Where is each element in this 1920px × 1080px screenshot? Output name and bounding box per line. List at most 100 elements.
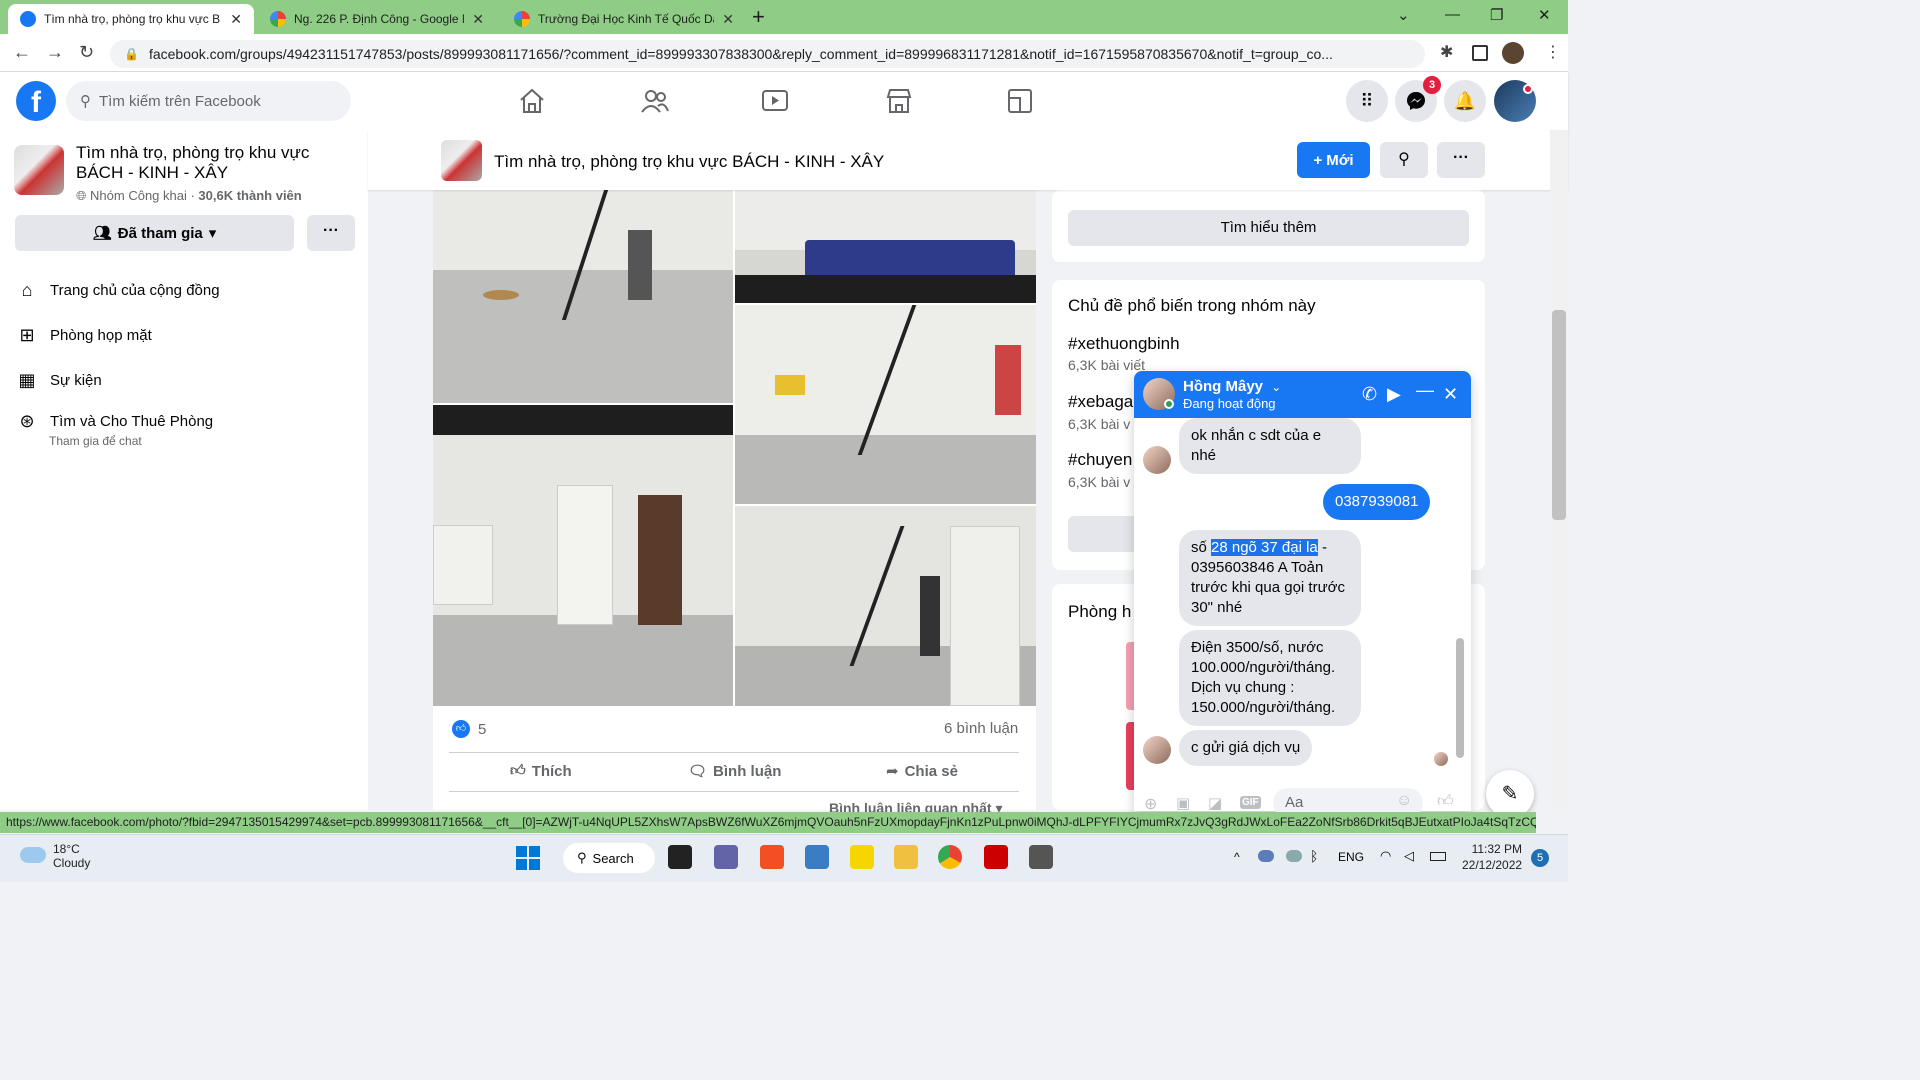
maximize-button[interactable]: ❐ bbox=[1490, 6, 1503, 24]
topic-tag[interactable]: #chuyen bbox=[1068, 450, 1132, 470]
bluetooth-icon[interactable]: ᛒ bbox=[1310, 848, 1318, 864]
windows-start-icon[interactable] bbox=[516, 846, 540, 870]
group-name[interactable]: Tìm nhà trọ, phòng trọ khu vực BÁCH - KI… bbox=[76, 143, 346, 183]
learn-more-button[interactable]: Tìm hiểu thêm bbox=[1068, 210, 1469, 246]
tab-search-icon[interactable]: ⌄ bbox=[1397, 6, 1410, 24]
topic-tag[interactable]: #xethuongbinh bbox=[1068, 334, 1180, 354]
task-view-icon[interactable] bbox=[668, 845, 692, 869]
close-tab-icon[interactable]: ✕ bbox=[722, 11, 734, 28]
calculator-icon[interactable] bbox=[1029, 845, 1053, 869]
chat-contact-name[interactable]: Hồng Mâyy ⌄ bbox=[1183, 378, 1281, 395]
search-icon: ⚲ bbox=[577, 850, 587, 865]
watch-icon[interactable] bbox=[760, 86, 790, 116]
sticky-notes-icon[interactable] bbox=[850, 845, 874, 869]
close-chat-icon[interactable]: ✕ bbox=[1443, 384, 1458, 405]
incoming-message[interactable]: ok nhắn c sdt của e nhé bbox=[1179, 418, 1361, 474]
incoming-message[interactable]: Điện 3500/số, nước 100.000/người/tháng. … bbox=[1179, 630, 1361, 726]
group-thumbnail[interactable] bbox=[14, 145, 64, 195]
minimize-chat-icon[interactable]: — bbox=[1416, 380, 1434, 401]
office-app-icon[interactable] bbox=[760, 845, 784, 869]
cloud-sync-icon[interactable] bbox=[1286, 850, 1302, 862]
new-tab-button[interactable]: + bbox=[752, 4, 765, 30]
member-count[interactable]: 30,6K thành viên bbox=[198, 188, 301, 203]
teams-chat-icon[interactable] bbox=[714, 845, 738, 869]
reaction-summary[interactable]: 👍︎ 5 bbox=[452, 720, 486, 738]
sidebar-item-events[interactable]: ▦ Sự kiện bbox=[16, 370, 101, 391]
like-button[interactable]: 👍︎ Thích bbox=[510, 762, 572, 780]
post-photo[interactable] bbox=[735, 305, 1036, 504]
file-explorer-icon[interactable] bbox=[894, 845, 918, 869]
phone-call-icon[interactable]: ✆ bbox=[1362, 384, 1377, 405]
close-window-button[interactable]: ✕ bbox=[1538, 6, 1551, 24]
facebook-logo[interactable]: f bbox=[16, 81, 56, 121]
onedrive-icon[interactable] bbox=[1258, 850, 1274, 862]
plus-circle-icon[interactable]: ⊕ bbox=[1144, 794, 1157, 814]
post-photo[interactable] bbox=[735, 190, 1036, 303]
garena-icon[interactable] bbox=[984, 845, 1008, 869]
incoming-message[interactable]: c gửi giá dịch vụ bbox=[1179, 730, 1313, 766]
incoming-message[interactable]: số 28 ngõ 37 đại la - 0395603846 A Toản … bbox=[1179, 530, 1361, 626]
gaming-icon[interactable] bbox=[1005, 86, 1035, 116]
weather-widget[interactable]: 18°C Cloudy bbox=[53, 842, 90, 870]
back-arrow-icon[interactable]: ← bbox=[13, 42, 31, 63]
chat-scrollbar[interactable] bbox=[1453, 422, 1467, 772]
facebook-search-input[interactable]: ⚲ Tìm kiếm trên Facebook bbox=[66, 81, 351, 121]
group-search-button[interactable]: ⚲ bbox=[1380, 142, 1428, 178]
tab-google-maps-1[interactable]: Ng. 226 P. Định Công - Google M ✕ bbox=[258, 4, 496, 34]
joined-button[interactable]: 👥︎ Đã tham gia ▾ bbox=[15, 215, 294, 251]
profile-avatar[interactable] bbox=[1502, 42, 1524, 64]
notifications-bell-icon[interactable]: 🔔 bbox=[1444, 80, 1486, 122]
sidebar-item-meeting-rooms[interactable]: ⊞ Phòng họp mặt bbox=[16, 325, 151, 346]
image-icon[interactable]: ▣ bbox=[1176, 794, 1190, 812]
forward-arrow-icon[interactable]: → bbox=[46, 42, 64, 63]
show-hidden-icons-chevron-icon[interactable]: ^ bbox=[1234, 850, 1240, 864]
group-more-button[interactable]: ··· bbox=[1437, 142, 1485, 178]
page-scrollbar-thumb[interactable] bbox=[1552, 310, 1566, 520]
comment-count[interactable]: 6 bình luận bbox=[944, 720, 1018, 737]
close-tab-icon[interactable]: ✕ bbox=[230, 11, 242, 28]
emoji-icon[interactable]: ☺ bbox=[1396, 792, 1412, 810]
group-thumbnail-small[interactable] bbox=[441, 140, 482, 181]
volume-icon[interactable]: ◁ bbox=[1404, 848, 1414, 864]
post-photo[interactable] bbox=[433, 190, 733, 403]
notification-center-badge[interactable]: 5 bbox=[1531, 849, 1549, 867]
share-button[interactable]: ➦ Chia sẻ bbox=[886, 762, 958, 781]
new-post-button[interactable]: + Mới bbox=[1297, 142, 1370, 178]
chrome-icon[interactable] bbox=[938, 845, 962, 869]
address-bar[interactable]: 🔒 facebook.com/groups/494231151747853/po… bbox=[110, 40, 1425, 68]
thumbs-up-send-icon[interactable]: 👍︎ bbox=[1437, 792, 1454, 811]
tab-google-maps-2[interactable]: Trường Đại Học Kinh Tế Quốc Dâ ✕ bbox=[502, 4, 746, 34]
gif-icon[interactable]: GIF bbox=[1240, 796, 1261, 809]
video-call-icon[interactable]: ▶ bbox=[1387, 384, 1401, 405]
account-notification-dot bbox=[1523, 84, 1533, 94]
menu-grid-icon[interactable]: ⠿ bbox=[1346, 80, 1388, 122]
language-indicator[interactable]: ENG bbox=[1338, 850, 1364, 864]
side-panel-icon[interactable] bbox=[1472, 45, 1488, 61]
outgoing-message[interactable]: 0387939081 bbox=[1323, 484, 1431, 520]
tab-facebook-group[interactable]: Tìm nhà trọ, phòng trọ khu vực B ✕ bbox=[8, 4, 254, 34]
minimize-button[interactable]: — bbox=[1445, 6, 1460, 23]
sidebar-item-find-rent-room[interactable]: ⊛ Tìm và Cho Thuê Phòng bbox=[16, 411, 213, 432]
browser-menu-icon[interactable]: ⋮ bbox=[1545, 42, 1561, 62]
performance-monitor-icon[interactable] bbox=[805, 845, 829, 869]
group-header-title[interactable]: Tìm nhà trọ, phòng trọ khu vực BÁCH - KI… bbox=[494, 152, 884, 172]
sidebar-item-community-home[interactable]: ⌂ Trang chủ của cộng đồng bbox=[16, 280, 220, 301]
reload-icon[interactable]: ↻ bbox=[79, 42, 94, 63]
extensions-icon[interactable]: ✱ bbox=[1440, 42, 1453, 62]
topic-tag[interactable]: #xebaga bbox=[1068, 392, 1133, 412]
comment-button[interactable]: 🗨︎ Bình luận bbox=[688, 762, 781, 781]
wifi-icon[interactable]: ◠ bbox=[1380, 848, 1391, 864]
post-photo[interactable] bbox=[433, 405, 733, 706]
taskbar-search[interactable]: ⚲ Search bbox=[563, 843, 655, 873]
post-photo[interactable] bbox=[735, 506, 1036, 706]
sticker-icon[interactable]: ◪ bbox=[1208, 794, 1222, 812]
close-tab-icon[interactable]: ✕ bbox=[472, 11, 484, 28]
chevron-down-icon[interactable]: ⌄ bbox=[1271, 380, 1281, 394]
home-icon[interactable] bbox=[517, 86, 547, 116]
more-options-button[interactable]: ··· bbox=[307, 215, 355, 251]
marketplace-icon[interactable] bbox=[884, 86, 914, 116]
friends-icon[interactable] bbox=[640, 86, 670, 116]
battery-icon[interactable] bbox=[1430, 852, 1446, 861]
new-message-compose-icon[interactable]: ✎ bbox=[1486, 770, 1534, 818]
taskbar-clock[interactable]: 11:32 PM 22/12/2022 bbox=[1462, 841, 1522, 873]
